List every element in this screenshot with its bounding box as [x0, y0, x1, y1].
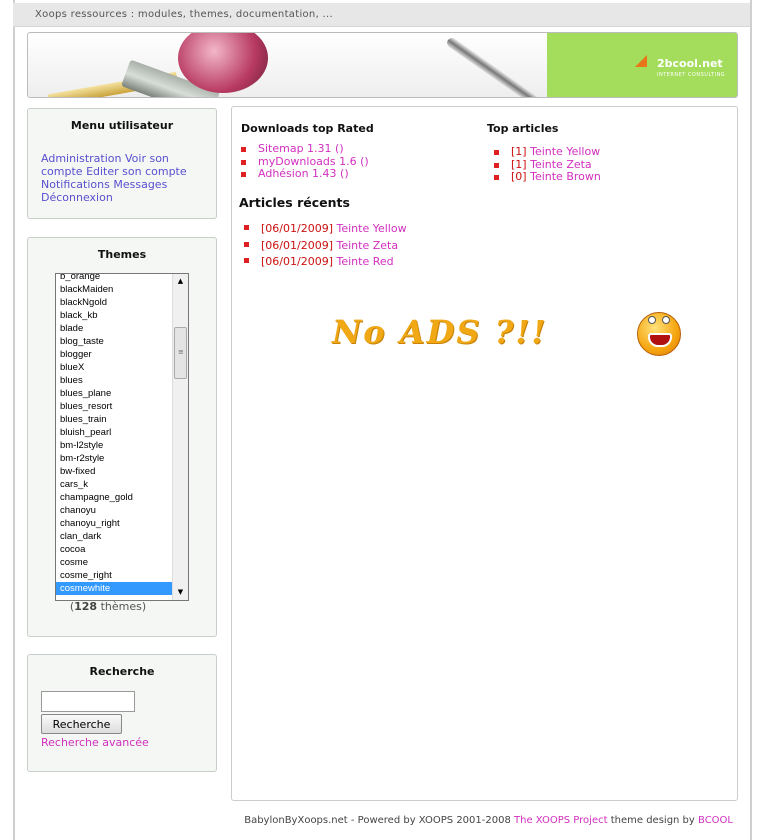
themes-title: Themes: [97, 248, 147, 261]
article-link[interactable]: Teinte Yellow: [336, 222, 406, 235]
scroll-thumb[interactable]: ≡: [174, 327, 187, 379]
no-ads-banner: No ADS ?!!: [332, 313, 548, 351]
xoops-project-link[interactable]: The XOOPS Project: [514, 815, 608, 826]
footer: BabylonByXoops.net - Powered by XOOPS 20…: [0, 815, 733, 826]
article-rank: [1]: [511, 145, 527, 158]
download-rating[interactable]: (): [340, 167, 349, 180]
recent-articles-list: [06/01/2009] Teinte Yellow [06/01/2009] …: [244, 221, 407, 271]
theme-option[interactable]: blues_resort: [56, 400, 172, 413]
search-input[interactable]: [41, 691, 135, 712]
link-messages[interactable]: Messages: [113, 178, 167, 191]
bcool-link[interactable]: BCOOL: [698, 815, 733, 826]
top-articles-title: Top articles: [487, 122, 559, 135]
theme-option[interactable]: bm-r2style: [56, 452, 172, 465]
user-menu-links: Administration Voir son compte Editer so…: [41, 152, 206, 204]
list-item: [06/01/2009] Teinte Zeta: [244, 238, 407, 255]
theme-option[interactable]: blues_plane: [56, 387, 172, 400]
list-item: Adhésion 1.43 (): [241, 167, 369, 181]
search-button[interactable]: Recherche: [41, 714, 122, 734]
footer-text: BabylonByXoops.net - Powered by XOOPS 20…: [244, 815, 511, 826]
theme-option[interactable]: bw-fixed: [56, 465, 172, 478]
download-rating[interactable]: (): [360, 155, 369, 168]
brand-logo[interactable]: 2bcool.net INTERNET CONSULTING: [547, 33, 737, 97]
theme-option[interactable]: bm-l2style: [56, 439, 172, 452]
top-articles-list: [1] Teinte Yellow [1] Teinte Zeta [0] Te…: [494, 145, 601, 184]
search-block: Recherche Recherche Recherche avancée: [27, 654, 217, 772]
theme-option[interactable]: cosmewhite: [56, 582, 172, 595]
brand-name: 2bcool.net: [657, 57, 723, 70]
smiley-eye: [648, 316, 656, 324]
scroll-up-icon[interactable]: ▲: [173, 274, 188, 289]
theme-option[interactable]: champagne_gold: [56, 491, 172, 504]
article-date: [06/01/2009]: [261, 238, 333, 252]
theme-select-list[interactable]: b_orange blackMaiden blackNgold black_kb bla…: [55, 273, 189, 601]
article-link[interactable]: Teinte Yellow: [530, 145, 600, 158]
theme-option[interactable]: blueX: [56, 361, 172, 374]
arrow-icon: [635, 55, 647, 67]
theme-option[interactable]: blog_taste: [56, 335, 172, 348]
theme-option[interactable]: blackMaiden: [56, 283, 172, 296]
theme-option[interactable]: b_orange: [56, 274, 172, 283]
theme-option[interactable]: chanoyu: [56, 504, 172, 517]
article-link[interactable]: Teinte Zeta: [530, 158, 592, 171]
article-date: [06/01/2009]: [261, 222, 333, 235]
recent-articles-title: Articles récents: [239, 195, 350, 210]
downloads-list: Sitemap 1.31 () myDownloads 1.6 () Adhés…: [241, 142, 369, 181]
theme-option[interactable]: black_kb: [56, 309, 172, 322]
main-content: Downloads top Rated Sitemap 1.31 () myDo…: [231, 106, 738, 801]
fork-image: [445, 35, 541, 97]
list-item: [0] Teinte Brown: [494, 170, 601, 184]
screaming-smiley-icon: [637, 312, 681, 356]
download-link-adhesion[interactable]: Adhésion 1.43: [258, 167, 337, 180]
smiley-mouth: [648, 333, 672, 347]
download-link-mydownloads[interactable]: myDownloads 1.6: [258, 155, 357, 168]
list-item: [06/01/2009] Teinte Yellow: [244, 221, 407, 238]
theme-option[interactable]: cars_k: [56, 478, 172, 491]
theme-option[interactable]: blues: [56, 374, 172, 387]
theme-option[interactable]: blogger: [56, 348, 172, 361]
theme-option[interactable]: cocoa: [56, 543, 172, 556]
theme-option[interactable]: blade: [56, 322, 172, 335]
theme-count: (128 thèmes): [69, 600, 147, 613]
article-rank: [0]: [511, 170, 527, 183]
theme-option[interactable]: blues_train: [56, 413, 172, 426]
scroll-down-icon[interactable]: ▼: [173, 585, 188, 600]
theme-option[interactable]: chanoyu_right: [56, 517, 172, 530]
smiley-eye: [662, 316, 670, 324]
user-menu-block: Menu utilisateur Administration Voir son…: [27, 108, 217, 219]
link-editer-compte[interactable]: Editer son compte: [86, 165, 187, 178]
theme-count-suffix: thèmes: [100, 600, 142, 613]
theme-count-number: 128: [74, 600, 98, 613]
theme-option[interactable]: cosme_right: [56, 569, 172, 582]
themes-block: Themes b_orange blackMaiden blackNgold blac…: [27, 237, 217, 637]
downloads-title: Downloads top Rated: [241, 122, 374, 135]
theme-option[interactable]: clan_dark: [56, 530, 172, 543]
article-date: [06/01/2009]: [261, 255, 333, 268]
article-rank: [1]: [511, 157, 527, 171]
theme-option[interactable]: bluish_pearl: [56, 426, 172, 439]
list-item: [06/01/2009] Teinte Red: [244, 254, 407, 271]
article-link[interactable]: Teinte Brown: [530, 170, 601, 183]
download-link-sitemap[interactable]: Sitemap 1.31: [258, 142, 332, 155]
link-deconnexion[interactable]: Déconnexion: [41, 191, 113, 204]
link-administration[interactable]: Administration: [41, 152, 122, 165]
top-bar: Xoops ressources : modules, themes, docu…: [13, 3, 750, 27]
theme-list-scrollbar[interactable]: ▲ ≡ ▼: [172, 274, 188, 600]
brand-tagline: INTERNET CONSULTING: [657, 72, 726, 78]
user-menu-title: Menu utilisateur: [70, 119, 174, 132]
theme-items: b_orange blackMaiden blackNgold black_kb bla…: [56, 274, 172, 595]
article-link[interactable]: Teinte Zeta: [336, 239, 398, 252]
theme-option[interactable]: blackNgold: [56, 296, 172, 309]
download-rating[interactable]: (): [335, 142, 344, 155]
search-title: Recherche: [89, 665, 155, 678]
header-banner[interactable]: 2bcool.net INTERNET CONSULTING: [27, 32, 738, 98]
footer-mid-text: theme design by: [610, 815, 695, 826]
article-link[interactable]: Teinte Red: [336, 255, 393, 268]
advanced-search-link[interactable]: Recherche avancée: [41, 736, 149, 749]
link-notifications[interactable]: Notifications: [41, 178, 110, 191]
theme-option[interactable]: cosme: [56, 556, 172, 569]
site-tagline: Xoops ressources : modules, themes, docu…: [35, 9, 333, 20]
